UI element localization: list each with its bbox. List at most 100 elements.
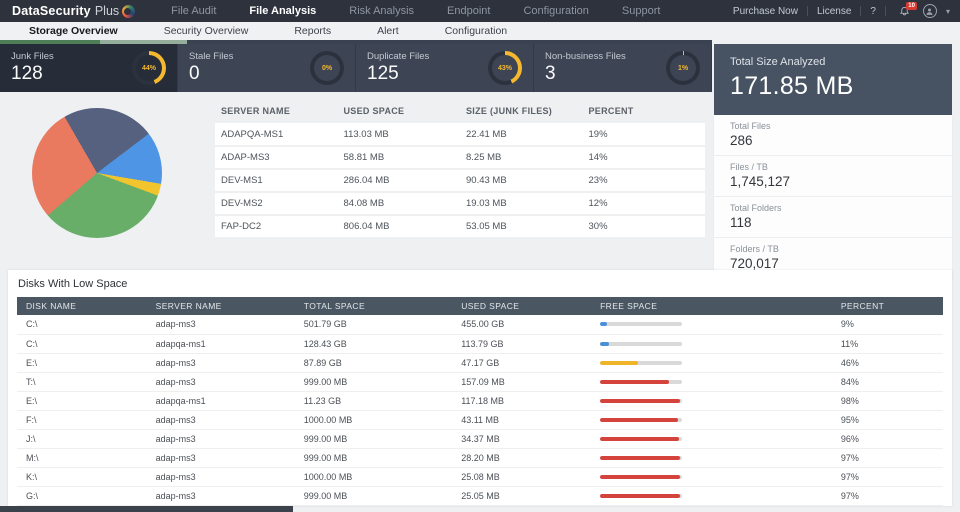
summary-stat-row: Total Files 286 <box>714 115 952 156</box>
junk-files-table: SERVER NAME USED SPACE SIZE (JUNK FILES) PE… <box>215 98 705 239</box>
junk-cell: 23% <box>582 169 705 193</box>
free-space-bar-fill <box>600 398 681 403</box>
free-space-cell <box>591 334 832 354</box>
stat-card-gauge: 1% <box>666 51 700 85</box>
disk-cell: adapqa-ms1 <box>146 334 295 354</box>
tab-security-overview[interactable]: Security Overview <box>141 25 272 37</box>
summary-stat-label: Total Folders <box>730 203 782 213</box>
disks-column-header: SERVER NAME <box>146 297 295 315</box>
divider <box>860 6 862 16</box>
disk-cell: 34.37 MB <box>452 429 592 449</box>
topbar-right: Purchase Now License ? 10 ▾ <box>733 1 950 18</box>
disk-cell: adap-ms3 <box>146 353 295 373</box>
disk-cell: 117.18 MB <box>452 391 592 411</box>
disks-low-space-panel: Disks With Low Space DISK NAME SERVER NAM… <box>8 270 952 506</box>
disk-percent-cell: 97% <box>831 486 943 506</box>
disk-cell: 999.00 MB <box>294 429 453 449</box>
topnav-item-file-audit[interactable]: File Audit <box>171 5 216 17</box>
divider <box>806 6 808 16</box>
disk-cell: 999.00 MB <box>294 448 453 468</box>
stat-card-non-business-files[interactable]: Non-business Files 3 1% <box>534 44 712 92</box>
junk-column-header: PERCENT <box>588 106 634 116</box>
junk-column-header: SERVER NAME <box>221 106 291 116</box>
junk-cell: 14% <box>582 146 705 170</box>
disk-cell: adap-ms3 <box>146 429 295 449</box>
free-space-cell <box>591 353 832 373</box>
notifications-bell-icon[interactable]: 10 <box>899 1 917 17</box>
tab-storage-overview[interactable]: Storage Overview <box>6 25 141 37</box>
disk-cell: E:\ <box>17 353 147 373</box>
disk-percent-cell: 96% <box>831 429 943 449</box>
free-space-bar-fill <box>600 379 669 384</box>
tab-configuration[interactable]: Configuration <box>422 25 530 37</box>
help-icon[interactable]: ? <box>870 6 876 17</box>
disk-cell: 87.89 GB <box>294 353 453 373</box>
stat-card-percent: 44% <box>141 64 156 72</box>
brand-logo[interactable]: DataSecurity Plus <box>12 4 136 18</box>
topnav-item-file-analysis[interactable]: File Analysis <box>249 5 316 17</box>
stat-card-junk-files[interactable]: Junk Files 128 44% <box>0 44 178 92</box>
junk-cell: 286.04 MB <box>337 169 460 193</box>
free-space-bar-track <box>600 379 683 384</box>
disk-cell: adap-ms3 <box>146 315 295 335</box>
free-space-cell <box>591 315 832 335</box>
tab-reports[interactable]: Reports <box>271 25 354 37</box>
free-space-bar-track <box>600 493 683 498</box>
user-avatar[interactable] <box>922 4 937 18</box>
summary-stat-label: Total Files <box>730 121 771 131</box>
disk-cell: 999.00 MB <box>294 486 453 506</box>
license-link[interactable]: License <box>817 6 851 17</box>
disk-cell: G:\ <box>17 486 147 506</box>
disk-percent-cell: 98% <box>831 391 943 411</box>
chevron-down-icon[interactable]: ▾ <box>946 7 950 16</box>
junk-distribution-pie-chart <box>32 108 162 238</box>
disk-percent-cell: 95% <box>831 410 943 430</box>
free-space-bar-track <box>600 436 683 441</box>
disk-cell: 1000.00 MB <box>294 410 453 430</box>
summary-stat-value: 720,017 <box>730 256 779 271</box>
topnav-item-endpoint[interactable]: Endpoint <box>447 5 490 17</box>
topnav-menu: File Audit File Analysis Risk Analysis Endp… <box>171 5 693 17</box>
stat-card-percent: 43% <box>497 64 512 72</box>
junk-column-header: USED SPACE <box>343 106 405 116</box>
disk-cell: adapqa-ms1 <box>146 391 295 411</box>
junk-header-row: SERVER NAME USED SPACE SIZE (JUNK FILES) PE… <box>215 98 705 123</box>
disk-row: K:\ adap-ms3 1000.00 MB 25.08 MB 97% <box>17 467 943 487</box>
purchase-now-link[interactable]: Purchase Now <box>733 6 798 17</box>
disk-cell: 157.09 MB <box>452 372 592 392</box>
disk-row: T:\ adap-ms3 999.00 MB 157.09 MB 84% <box>17 372 943 392</box>
disk-cell: J:\ <box>17 429 147 449</box>
disk-percent-cell: 46% <box>831 353 943 373</box>
topnav-item-support[interactable]: Support <box>622 5 661 17</box>
free-space-cell <box>591 429 832 449</box>
summary-stat-value: 286 <box>730 133 753 148</box>
stat-card-stale-files[interactable]: Stale Files 0 0% <box>178 44 356 92</box>
disk-row: E:\ adapqa-ms1 11.23 GB 117.18 MB 98% <box>17 391 943 411</box>
stat-card-gauge-hole: 0% <box>314 55 340 81</box>
free-space-bar-fill <box>600 360 638 365</box>
stat-card-gauge: 0% <box>310 51 344 85</box>
summary-stats: Total Files 286 Files / TB 1,745,127 Total F… <box>714 115 952 279</box>
brand-suffix: Plus <box>94 4 120 18</box>
disks-column-header: FREE SPACE <box>591 297 832 315</box>
disk-row: M:\ adap-ms3 999.00 MB 28.20 MB 97% <box>17 448 943 468</box>
junk-cell: 30% <box>582 215 705 239</box>
junk-cell: 53.05 MB <box>460 215 583 239</box>
junk-cell: FAP-DC2 <box>215 215 338 239</box>
total-size-card: Total Size Analyzed 171.85 MB <box>714 44 952 115</box>
free-space-bar-fill <box>600 341 610 346</box>
disk-cell: 25.05 MB <box>452 486 592 506</box>
topnav-item-risk-analysis[interactable]: Risk Analysis <box>349 5 414 17</box>
junk-cell: ADAP-MS3 <box>215 146 338 170</box>
topnav-item-configuration[interactable]: Configuration <box>523 5 588 17</box>
disk-cell: T:\ <box>17 372 147 392</box>
stat-card-percent: 1% <box>677 64 689 72</box>
junk-column-header: SIZE (JUNK FILES) <box>466 106 553 116</box>
disk-cell: 128.43 GB <box>294 334 453 354</box>
disk-row: C:\ adapqa-ms1 128.43 GB 113.79 GB 11% <box>17 334 943 354</box>
stat-card-duplicate-files[interactable]: Duplicate Files 125 43% <box>356 44 534 92</box>
total-size-value: 171.85 MB <box>730 72 854 100</box>
stat-card-gauge-hole: 44% <box>136 55 162 81</box>
tab-alert[interactable]: Alert <box>354 25 422 37</box>
free-space-bar-fill <box>600 417 678 422</box>
